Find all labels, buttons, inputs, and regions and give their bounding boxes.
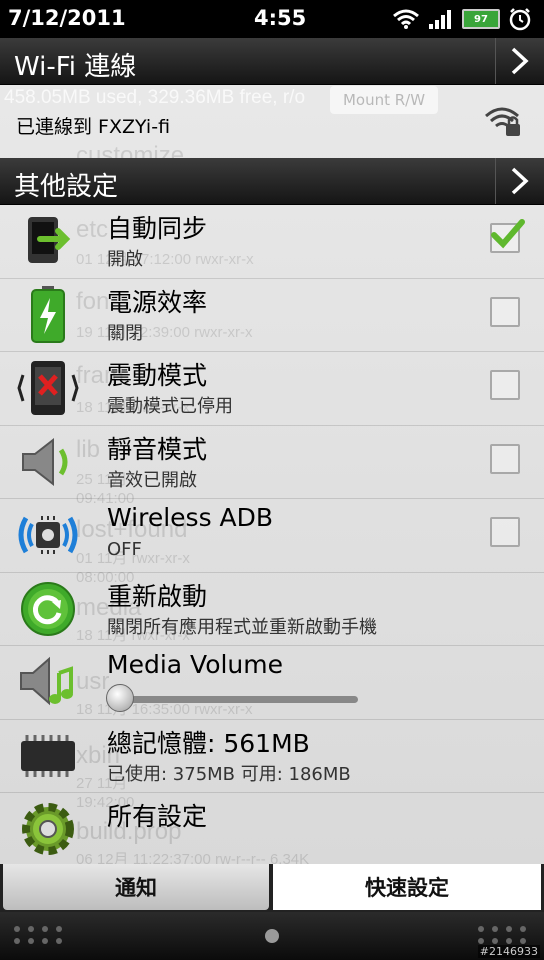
memory-usage: 已使用: 375MB 可用: 186MB [107, 763, 351, 785]
drawer-handle-knob[interactable] [265, 929, 279, 943]
image-watermark: #2146933 [477, 945, 540, 958]
ghost-mount-label: Mount R/W [342, 91, 426, 109]
wireless-adb-checkbox[interactable] [490, 517, 520, 547]
memory-row[interactable]: 總記憶體: 561MB 已使用: 375MB 可用: 186MB [0, 720, 544, 793]
status-time: 4:55 [254, 6, 307, 30]
wifi-connected-text: 已連線到 FXZYi-fi [16, 116, 171, 138]
wifi-signal-icon [393, 9, 419, 29]
adb-icon [16, 505, 80, 565]
tab-notifications[interactable]: 通知 [3, 864, 269, 910]
gear-icon [16, 799, 80, 859]
memory-total: 總記憶體: 561MB [107, 728, 310, 758]
auto-sync-row[interactable]: 自動同步 開啟 [0, 205, 544, 279]
other-settings-header[interactable]: 其他設定 [0, 158, 544, 205]
other-settings-chevron-button[interactable] [495, 158, 544, 204]
battery-level: 97 [474, 13, 488, 25]
silent-mode-title: 靜音模式 [107, 434, 208, 464]
reboot-title: 重新啟動 [107, 581, 208, 611]
restart-icon [16, 579, 80, 639]
auto-sync-status: 開啟 [107, 249, 143, 270]
power-saver-status: 關閉 [107, 322, 143, 344]
tab-quick-settings[interactable]: 快速設定 [273, 864, 541, 910]
wifi-section-title: Wi-Fi 連線 [14, 52, 137, 82]
auto-sync-title: 自動同步 [107, 214, 208, 243]
vibrate-mode-status: 震動模式已停用 [107, 396, 233, 417]
vibrate-icon [16, 358, 80, 418]
media-volume-row: Media Volume [0, 646, 544, 720]
wifi-chevron-button[interactable] [495, 38, 544, 84]
silent-mode-checkbox[interactable] [490, 443, 520, 474]
power-saver-title: 電源效率 [107, 287, 208, 317]
vibrate-mode-checkbox[interactable] [490, 370, 520, 400]
secured-wifi-icon [485, 107, 520, 136]
bottom-tabs: 通知 快速設定 [0, 864, 544, 912]
notification-drawer-handle[interactable]: #2146933 [0, 912, 544, 960]
all-settings-row[interactable]: 所有設定 [0, 793, 544, 866]
other-settings-title: 其他設定 [14, 172, 119, 202]
alarm-clock-icon [509, 8, 531, 31]
all-settings-title: 所有設定 [107, 802, 208, 831]
ghost-storage-usage: 458.05MB used, 329.36MB free, r/o [4, 87, 306, 108]
sync-icon [16, 211, 80, 271]
checkmark-icon [491, 219, 525, 249]
tab-quick-settings-label: 快速設定 [365, 876, 449, 900]
reboot-description: 關閉所有應用程式並重新啟動手機 [107, 616, 377, 638]
auto-sync-checkbox[interactable] [490, 219, 525, 253]
memory-chip-icon [16, 726, 80, 786]
slider-track [112, 696, 358, 703]
speaker-icon [16, 432, 80, 492]
wireless-adb-title: Wireless ADB [107, 503, 274, 532]
cell-signal-icon [429, 10, 451, 29]
chevron-right-icon [511, 47, 529, 75]
vibrate-mode-title: 震動模式 [107, 361, 208, 390]
reboot-row[interactable]: 重新啟動 關閉所有應用程式並重新啟動手機 [0, 573, 544, 646]
media-volume-slider[interactable] [106, 684, 358, 712]
status-bar: 7/12/2011 4:55 97 [0, 0, 544, 38]
silent-mode-row[interactable]: 靜音模式 音效已開啟 [0, 426, 544, 499]
vibrate-mode-row[interactable]: 震動模式 震動模式已停用 [0, 352, 544, 426]
silent-mode-status: 音效已開啟 [107, 469, 197, 491]
settings-list: 自動同步 開啟 電源效率 關閉 震動模式 震動模式已停用 靜音模式 音效已開啟 … [0, 205, 544, 866]
wireless-adb-row[interactable]: Wireless ADB OFF [0, 499, 544, 573]
power-saver-checkbox[interactable] [490, 296, 520, 327]
power-saver-row[interactable]: 電源效率 關閉 [0, 279, 544, 352]
battery-icon: 97 [462, 9, 500, 29]
wifi-info[interactable]: 458.05MB used, 329.36MB free, r/o Mount … [0, 84, 544, 156]
media-volume-icon [16, 652, 80, 712]
tab-notifications-label: 通知 [115, 876, 157, 900]
media-volume-title: Media Volume [107, 650, 284, 679]
grip-dots-left-icon [14, 926, 64, 944]
status-date: 7/12/2011 [8, 6, 126, 30]
wifi-section-header[interactable]: Wi-Fi 連線 [0, 38, 544, 85]
battery-icon [16, 285, 80, 345]
slider-thumb[interactable] [106, 684, 134, 712]
chevron-right-icon [511, 167, 529, 195]
status-icons: 97 [392, 4, 532, 34]
grip-dots-right-icon [478, 926, 528, 944]
ghost-mount-button: Mount R/W [330, 86, 438, 114]
wireless-adb-status: OFF [107, 539, 142, 560]
